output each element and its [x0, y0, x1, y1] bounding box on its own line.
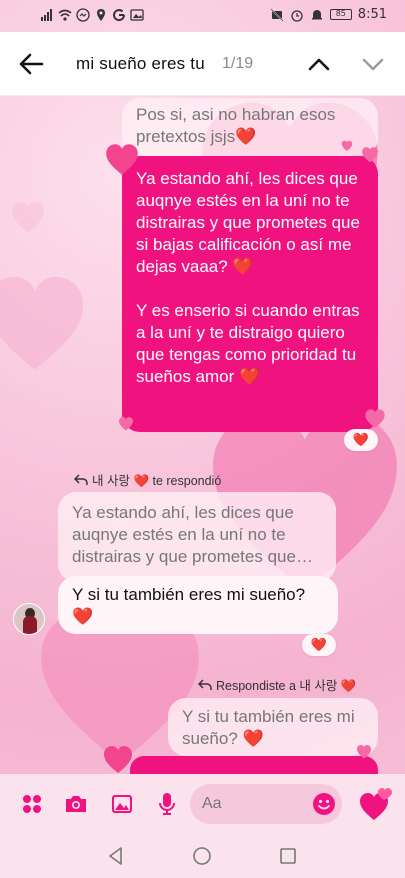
nav-recents-button[interactable] — [278, 846, 298, 866]
quick-reaction-button[interactable] — [356, 784, 396, 824]
gallery-status-icon — [130, 8, 144, 22]
background-heart-icon — [0, 276, 84, 370]
previous-result-button[interactable] — [306, 52, 332, 76]
message-composer — [0, 774, 405, 834]
gallery-button[interactable] — [110, 792, 134, 816]
battery-icon: 85 — [329, 9, 352, 20]
heart-sticker-icon — [362, 147, 378, 163]
outgoing-message-bubble[interactable]: Ya estando ahí, les dices que auqnye est… — [122, 156, 378, 432]
camera-button[interactable] — [64, 792, 88, 816]
incoming-message-bubble[interactable]: Y si tu también eres mi sueño? ❤️ — [58, 576, 338, 634]
message-reaction[interactable]: ❤️ — [302, 634, 336, 656]
gallery-icon — [112, 795, 132, 813]
reply-indicator-text: Respondiste a 내 사랑 ❤️ — [216, 679, 357, 693]
message-reaction[interactable]: ❤️ — [344, 429, 378, 451]
heart-sticker-icon — [106, 144, 138, 175]
microphone-icon — [159, 793, 175, 815]
nav-back-button[interactable] — [106, 846, 126, 866]
nav-back-icon — [109, 847, 122, 865]
chevron-up-icon — [308, 58, 330, 71]
background-heart-icon — [12, 202, 44, 233]
heart-sticker-icon — [104, 746, 132, 773]
nav-home-icon — [193, 847, 211, 865]
reply-arrow-icon — [198, 678, 212, 690]
voice-button[interactable] — [155, 792, 179, 816]
messenger-icon — [76, 8, 90, 22]
nav-recents-icon — [280, 848, 296, 864]
quoted-message[interactable]: Ya estando ahí, les dices que auqnye est… — [58, 492, 336, 582]
outgoing-message-bubble-partial[interactable] — [130, 756, 378, 774]
heart-sticker-icon — [360, 788, 392, 820]
apps-button[interactable] — [20, 792, 44, 816]
bell-icon — [310, 8, 324, 22]
signal-icon — [40, 8, 54, 22]
heart-sticker-icon — [341, 140, 353, 151]
status-time: 8:51 — [357, 7, 387, 22]
status-left-icons — [40, 8, 144, 22]
reply-indicator: 내 사랑 ❤️ te respondió — [74, 470, 221, 489]
search-result-counter: 1/19 — [222, 55, 254, 72]
back-arrow-icon — [19, 53, 44, 75]
search-header: mi sueño eres tu 1/19 — [0, 32, 405, 96]
status-right-icons: 85 8:51 — [270, 7, 387, 22]
heart-sticker-icon — [357, 745, 371, 759]
reply-arrow-icon — [74, 473, 88, 485]
search-query[interactable]: mi sueño eres tu — [76, 54, 205, 74]
outgoing-message-paragraph: Y es enserio si cuando entras a la uní y… — [136, 301, 360, 386]
system-navigation-bar — [0, 834, 405, 878]
quoted-message[interactable]: Y si tu también eres mi sueño? ❤️ — [168, 698, 378, 756]
chevron-down-icon — [362, 58, 384, 71]
outgoing-message-paragraph: Ya estando ahí, les dices que auqnye est… — [136, 169, 360, 276]
mute-icon — [270, 7, 284, 22]
camera-icon — [66, 796, 86, 812]
google-icon — [112, 8, 126, 22]
apps-icon — [23, 795, 41, 813]
reply-indicator-text: 내 사랑 ❤️ te respondió — [92, 474, 222, 488]
quoted-message[interactable]: Pos si, asi no habran esos pretextos jsj… — [122, 98, 378, 156]
location-icon — [94, 8, 108, 22]
message-input[interactable] — [202, 793, 302, 815]
contact-avatar[interactable] — [13, 603, 45, 635]
nav-home-button[interactable] — [192, 846, 212, 866]
message-input-wrapper — [190, 784, 342, 824]
heart-sticker-icon — [365, 409, 385, 428]
next-result-button[interactable] — [360, 52, 386, 76]
back-button[interactable] — [18, 52, 44, 76]
emoji-icon — [313, 793, 335, 815]
heart-sticker-icon — [119, 417, 133, 431]
reply-indicator: Respondiste a 내 사랑 ❤️ — [198, 675, 356, 694]
wifi-icon — [58, 8, 72, 22]
emoji-button[interactable] — [312, 792, 336, 816]
alarm-icon — [290, 8, 304, 22]
status-bar: 85 8:51 — [0, 0, 405, 32]
